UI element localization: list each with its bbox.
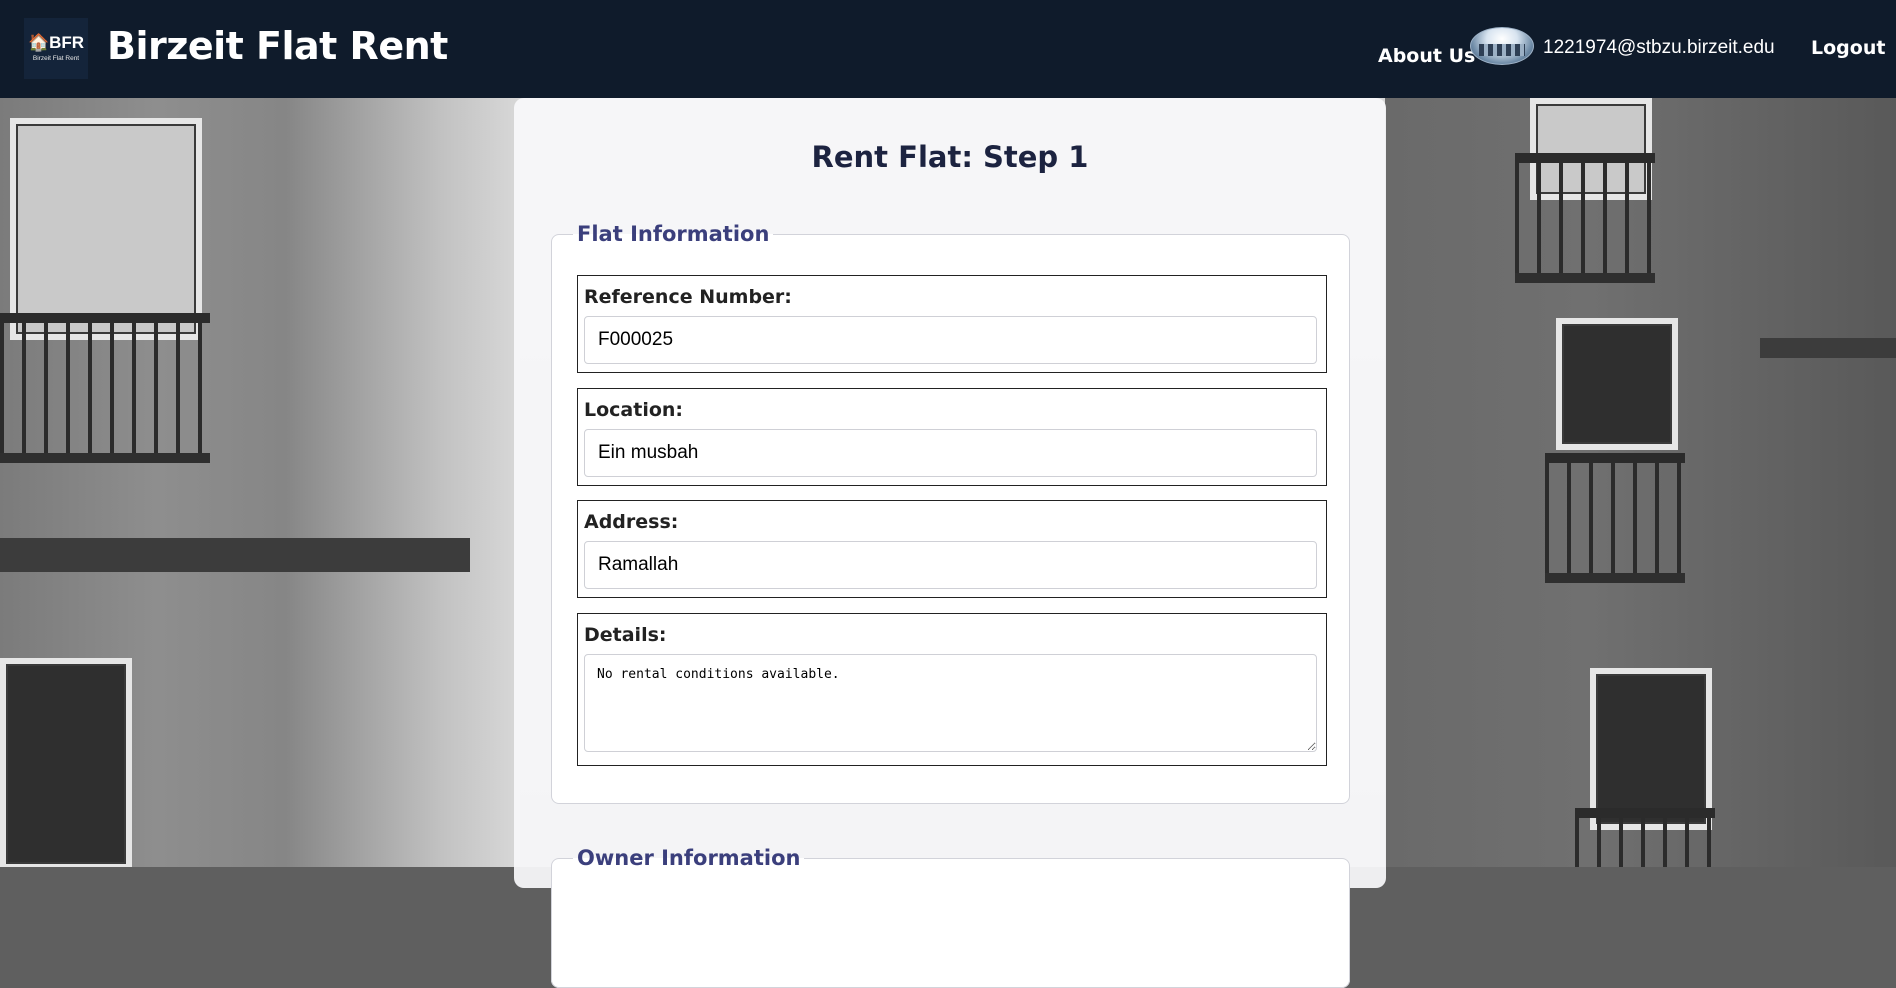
- address-label: Address:: [584, 511, 679, 533]
- window: [10, 118, 202, 340]
- logout-link[interactable]: Logout: [1811, 37, 1885, 59]
- reference-number-label: Reference Number:: [584, 286, 792, 308]
- reference-number-input[interactable]: [584, 316, 1317, 364]
- owner-information-legend: Owner Information: [577, 846, 801, 870]
- balcony: [1575, 808, 1715, 867]
- rent-flat-card: Rent Flat: Step 1 Flat Information Owner…: [514, 98, 1386, 988]
- window: [0, 658, 132, 867]
- site-title: Birzeit Flat Rent: [107, 24, 448, 68]
- balcony: [1545, 453, 1685, 583]
- location-group: Location:: [577, 388, 1327, 486]
- user-email-link[interactable]: 1221974@stbzu.birzeit.edu: [1543, 37, 1775, 59]
- logo-mark: 🏠BFR: [27, 33, 85, 52]
- about-us-link[interactable]: About Us: [1378, 45, 1475, 67]
- details-textarea[interactable]: No rental conditions available.: [584, 654, 1317, 752]
- address-input[interactable]: [584, 541, 1317, 589]
- logo-subtitle: Birzeit Flat Rent: [32, 55, 80, 62]
- site-logo[interactable]: 🏠BFR Birzeit Flat Rent: [24, 18, 88, 79]
- details-group: Details: No rental conditions available.: [577, 613, 1327, 766]
- owner-information-fieldset: Owner Information: [551, 846, 1350, 988]
- window: [1556, 318, 1678, 450]
- reference-number-group: Reference Number:: [577, 275, 1327, 373]
- location-input[interactable]: [584, 429, 1317, 477]
- site-header: 🏠BFR Birzeit Flat Rent Birzeit Flat Rent…: [0, 0, 1896, 98]
- window: [1590, 668, 1712, 830]
- balcony: [0, 313, 210, 463]
- balcony: [1515, 153, 1655, 283]
- location-label: Location:: [584, 399, 684, 421]
- flat-information-legend: Flat Information: [577, 222, 770, 246]
- details-label: Details:: [584, 624, 667, 646]
- ledge: [1760, 338, 1896, 358]
- ledge: [0, 538, 470, 572]
- user-avatar[interactable]: [1470, 27, 1534, 65]
- page-title: Rent Flat: Step 1: [811, 140, 1089, 174]
- address-group: Address:: [577, 500, 1327, 598]
